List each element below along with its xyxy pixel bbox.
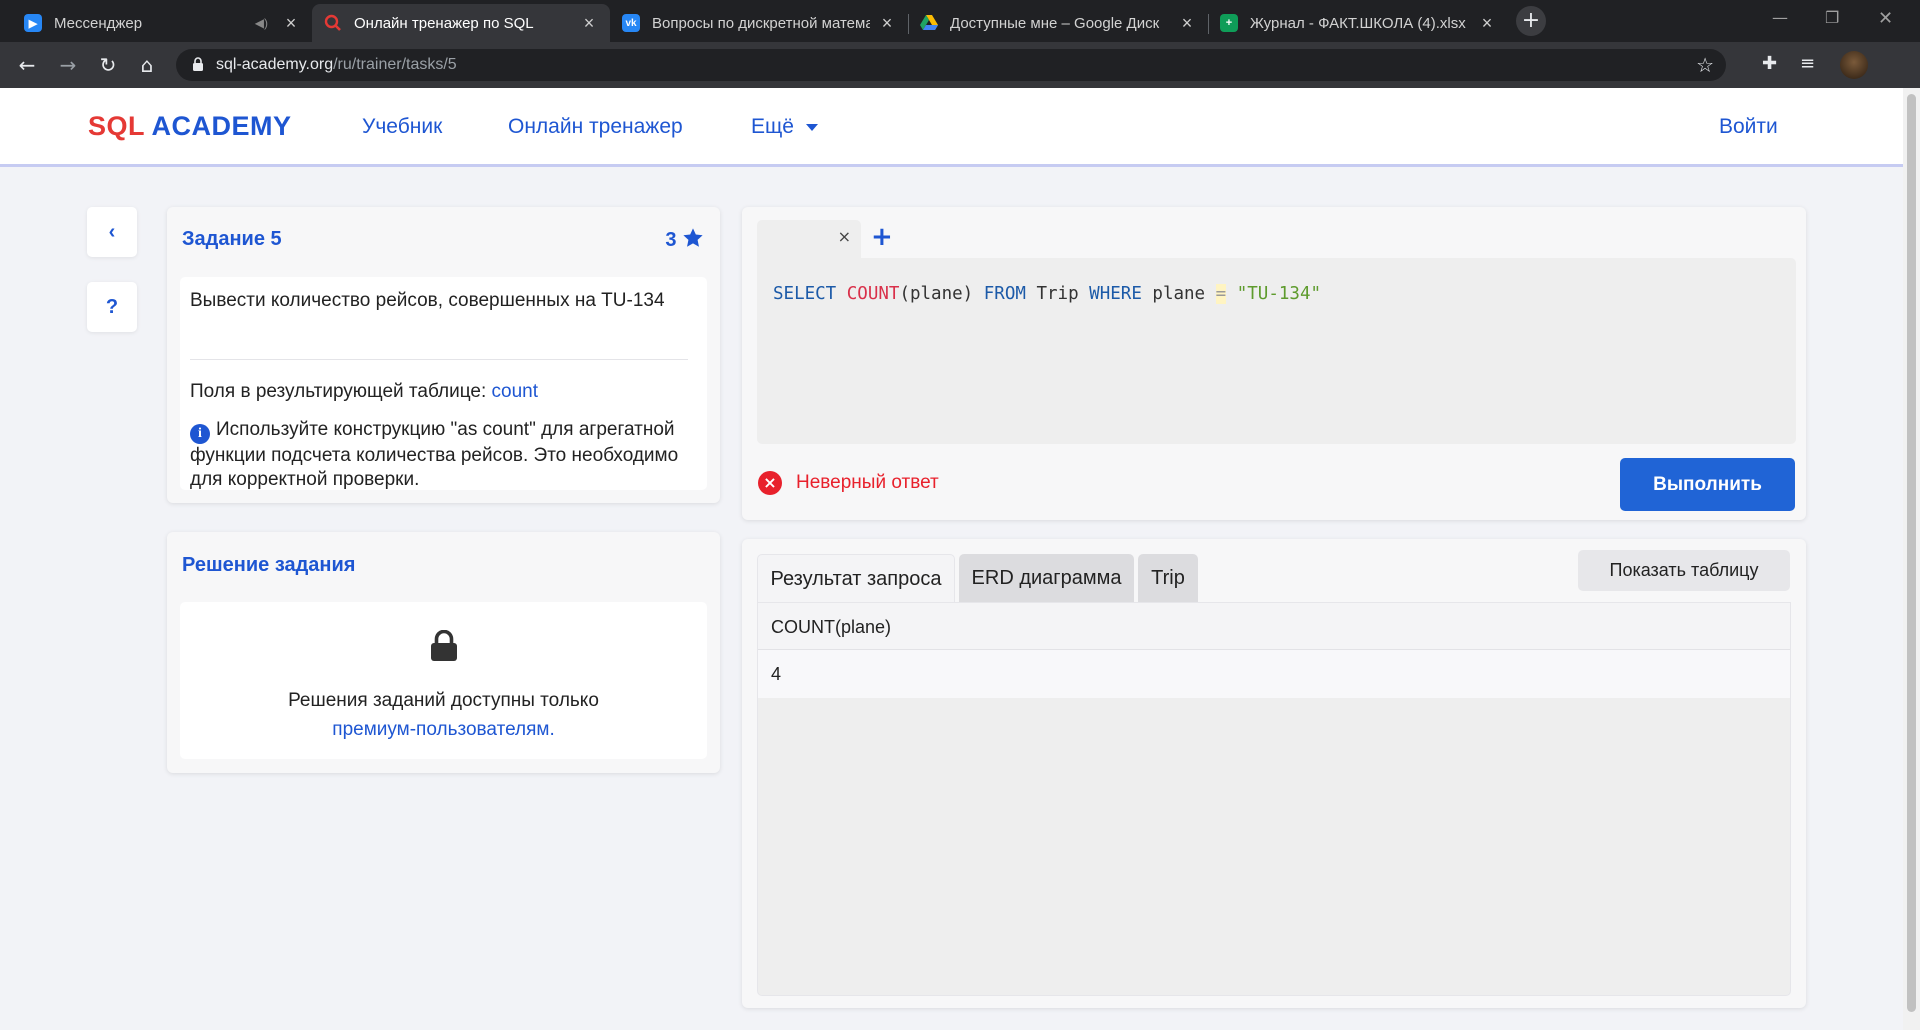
solution-locked-panel: Решения заданий доступны только премиум-… [180, 602, 707, 759]
solution-card: Решение задания Решения заданий доступны… [167, 532, 720, 773]
minimize-window-icon[interactable]: — [1772, 8, 1788, 27]
show-table-button[interactable]: Показать таблицу [1578, 550, 1790, 591]
google-drive-favicon-icon [920, 14, 938, 32]
locked-message: Решения заданий доступны только [288, 690, 599, 711]
star-icon [683, 228, 703, 247]
task-hint: i Используйте конструкцию "as count" для … [190, 419, 679, 490]
nav-trainer-link[interactable]: Онлайн тренажер [508, 115, 683, 139]
tab-title: Мессенджер [54, 14, 143, 32]
login-link[interactable]: Войти [1719, 115, 1778, 139]
browser-tab-discrete-math[interactable]: vk Вопросы по дискретной математике × [610, 4, 908, 42]
sql-code-line: SELECT COUNT(plane) FROM Trip WHERE plan… [773, 284, 1322, 304]
premium-users-link[interactable]: премиум-пользователям [332, 719, 549, 740]
table-row: 4 [758, 650, 1790, 698]
page-scrollbar[interactable] [1903, 88, 1920, 1030]
tab-title: Онлайн тренажер по SQL [354, 14, 534, 32]
site-header: SQL ACADEMY Учебник Онлайн тренажер Ещё … [0, 88, 1903, 167]
task-card: Задание 5 3 Вывести количество рейсов, с… [167, 207, 720, 503]
browser-tab-journal-sheet[interactable]: + Журнал - ФАКТ.ШКОЛА (4).xlsx × [1208, 4, 1508, 42]
task-description: Вывести количество рейсов, совершенных н… [190, 290, 665, 311]
error-x-icon: × [758, 471, 782, 495]
back-arrow-icon[interactable]: ← [14, 52, 40, 78]
url-text: sql-academy.org/ru/trainer/tasks/5 [216, 56, 457, 73]
tab-title: Вопросы по дискретной математике [652, 14, 870, 32]
result-fields: Поля в результирующей таблице: count [190, 380, 538, 404]
new-tab-button[interactable]: + [1516, 6, 1546, 36]
tab-trip-table[interactable]: Trip [1138, 554, 1198, 602]
result-fields-label: Поля в результирующей таблице: [190, 381, 487, 402]
lock-icon [431, 630, 457, 661]
sql-editor[interactable]: SELECT COUNT(plane) FROM Trip WHERE plan… [757, 258, 1796, 444]
google-sheets-favicon-icon: + [1220, 14, 1238, 32]
nav-more-dropdown[interactable]: Ещё [751, 115, 818, 139]
tab-title: Журнал - ФАКТ.ШКОЛА (4).xlsx [1250, 14, 1466, 32]
result-table: COUNT(plane) 4 [757, 602, 1791, 996]
browser-tab-messenger[interactable]: ▶ Мессенджер ◀) × [12, 4, 312, 42]
tab-title: Доступные мне – Google Диск [950, 14, 1160, 32]
add-query-tab-button[interactable]: + [871, 222, 893, 252]
close-tab-icon[interactable]: × [838, 227, 851, 246]
browser-tab-google-drive[interactable]: Доступные мне – Google Диск × [908, 4, 1208, 42]
extensions-puzzle-icon[interactable]: ✚ [1762, 53, 1777, 74]
tab-close-icon[interactable]: × [878, 14, 896, 32]
column-header: COUNT(plane) [771, 617, 892, 637]
wrong-answer-message: Неверный ответ [796, 472, 939, 493]
media-playlist-icon[interactable]: ≡ [1800, 53, 1815, 74]
help-question-button[interactable]: ? [87, 282, 137, 332]
nav-textbook-link[interactable]: Учебник [362, 115, 442, 139]
nav-more-label: Ещё [751, 115, 794, 138]
browser-tab-sql-trainer[interactable]: Онлайн тренажер по SQL × [312, 4, 610, 42]
tab-close-icon[interactable]: × [282, 14, 300, 32]
tab-close-icon[interactable]: × [580, 14, 598, 32]
solution-title: Решение задания [182, 554, 356, 576]
table-cell: 4 [771, 664, 782, 684]
forward-arrow-icon[interactable]: → [55, 52, 81, 78]
result-field-count: count [491, 381, 538, 402]
task-body: Вывести количество рейсов, совершенных н… [180, 277, 707, 490]
run-query-button[interactable]: Выполнить [1620, 458, 1795, 511]
info-icon: i [190, 424, 210, 444]
task-title: Задание 5 [182, 228, 282, 250]
search-magnifier-favicon-icon [324, 14, 342, 32]
divider [190, 359, 688, 360]
browser-tab-strip: ▶ Мессенджер ◀) × Онлайн тренажер по SQL… [0, 0, 1920, 42]
tab-query-result[interactable]: Результат запроса [757, 554, 955, 602]
mute-speaker-icon[interactable]: ◀) [255, 16, 268, 30]
lock-icon [193, 57, 203, 71]
chevron-down-icon [805, 123, 818, 131]
browser-toolbar: ← → ↻ ⌂ sql-academy.org/ru/trainer/tasks… [0, 42, 1920, 115]
task-rating: 3 [665, 227, 704, 252]
tab-erd-diagram[interactable]: ERD диаграмма [959, 554, 1134, 602]
close-window-icon[interactable]: ✕ [1878, 8, 1893, 29]
tab-close-icon[interactable]: × [1178, 14, 1196, 32]
result-table-header: COUNT(plane) [758, 603, 1790, 650]
premium-line: премиум-пользователям. [332, 719, 555, 740]
restore-window-icon[interactable]: ❐ [1825, 8, 1839, 27]
scrollbar-thumb[interactable] [1907, 94, 1916, 1012]
vk-favicon-icon: vk [622, 14, 640, 32]
bookmark-star-icon[interactable]: ☆ [1696, 53, 1714, 77]
profile-avatar[interactable] [1840, 51, 1868, 79]
tab-close-icon[interactable]: × [1478, 14, 1496, 32]
vk-messenger-favicon-icon: ▶ [24, 14, 42, 32]
back-chevron-button[interactable]: ‹ [87, 207, 137, 257]
query-tab[interactable]: × [757, 220, 861, 258]
sql-academy-logo[interactable]: SQL ACADEMY [88, 111, 292, 142]
reload-icon[interactable]: ↻ [95, 52, 121, 78]
home-icon[interactable]: ⌂ [134, 52, 160, 78]
address-bar[interactable]: sql-academy.org/ru/trainer/tasks/5 ☆ [176, 49, 1726, 81]
